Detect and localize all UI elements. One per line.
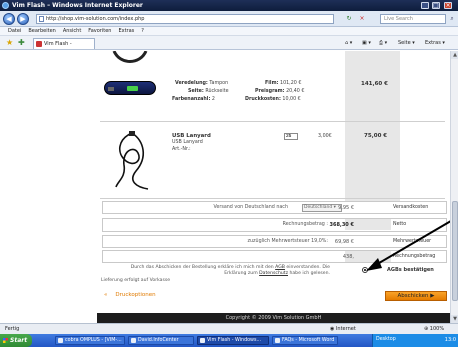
extras-menu[interactable]: Extras ▾	[425, 40, 445, 47]
security-zone: ◉ Internet	[330, 326, 356, 332]
menu-bar: Datei Bearbeiten Ansicht Favoriten Extra…	[0, 27, 458, 36]
refresh-icon[interactable]: ↻	[345, 15, 353, 23]
shipping-tag: Versandkosten	[393, 205, 429, 210]
shipping-country-select[interactable]: Deutschland ▾	[302, 204, 342, 212]
product2-name: USB Lanyard	[172, 133, 211, 139]
home-icon[interactable]: ⌂ ▾	[345, 40, 352, 47]
menu-datei[interactable]: Datei	[8, 27, 21, 35]
product1-total: 141,60 €	[361, 81, 388, 87]
internet-explorer-icon	[2, 2, 9, 9]
start-button[interactable]: Start	[0, 334, 32, 347]
address-bar: ◀ ▶ http://shop.vim-solution.com/index.p…	[0, 11, 458, 27]
invoice-value: 368,30 €	[329, 222, 354, 228]
row-divider	[100, 121, 445, 122]
annotation-arrow	[366, 217, 457, 271]
vat-value: 69,98 €	[334, 239, 354, 245]
agb-notice: Durch das Abschicken der Bestellung erkl…	[130, 265, 330, 276]
favorites-bar: ★ ✚ Vim Flash - ⌂ ▾ ▣ ▾ ⎙ ▾ Seite ▾ Extr…	[0, 36, 458, 50]
usb-cap	[108, 87, 114, 91]
shipping-row: Versand von Deutschland nach Deutschland…	[102, 201, 447, 214]
stop-icon[interactable]: ×	[358, 15, 366, 23]
product1-print-costs: Druckkosten: 10,00 €	[245, 97, 301, 102]
url-text: http://shop.vim-solution.com/index.php	[46, 16, 145, 22]
usb-stick-image	[104, 81, 156, 95]
close-button[interactable]: ×	[444, 2, 452, 9]
product2-subtitle: USB Lanyard	[172, 140, 203, 145]
page-icon	[39, 16, 44, 22]
back-to-print-options-link[interactable]: «Druckoptionen	[104, 292, 156, 298]
shop-footer: Copyright © 2009 Vim Solution GmbH	[97, 313, 450, 323]
quantity-input[interactable]	[284, 133, 298, 140]
menu-help[interactable]: ?	[141, 27, 144, 35]
forward-button[interactable]: ▶	[17, 13, 29, 25]
privacy-link[interactable]: Datenschutz	[259, 271, 288, 276]
back-button[interactable]: ◀	[3, 13, 15, 25]
clock: 13:0	[444, 337, 456, 343]
taskbar-item-word[interactable]: FAQs - Microsoft Word	[272, 336, 338, 345]
vertical-scrollbar[interactable]: ▲ ▼	[450, 51, 458, 323]
vat-label: zuzüglich Mehrwertsteuer 19,0%:	[247, 239, 328, 244]
gross-value: 438,	[342, 254, 354, 260]
print-icon[interactable]: ⎙ ▾	[379, 40, 387, 47]
menu-bearbeiten[interactable]: Bearbeiten	[28, 27, 55, 35]
status-bar: Fertig ◉ Internet ⊕ 100%	[0, 323, 458, 334]
app-icon	[131, 338, 136, 343]
search-icon[interactable]: ⌕	[447, 14, 457, 24]
product2-total: 75,00 €	[364, 133, 388, 139]
product2-unit-price: 3,00€	[318, 134, 332, 139]
delivery-note: Lieferung erfolgt auf Vorkasse	[101, 278, 171, 283]
app-icon	[200, 338, 205, 343]
taskbar-item-cobra[interactable]: cobra OMPLUS - [VIM-...	[55, 336, 125, 345]
product1-finish: Veredelung: Tampon	[175, 81, 229, 86]
agb-link[interactable]: AGB	[275, 265, 285, 270]
page-viewport: Veredelung: Tampon Seite: Rückseite Farb…	[0, 51, 458, 323]
app-icon	[58, 338, 63, 343]
scrollbar-thumb[interactable]	[452, 201, 458, 301]
taskbar: Start cobra OMPLUS - [VIM-... David.Info…	[0, 334, 458, 347]
shipping-label: Versand von Deutschland nach	[213, 205, 288, 210]
search-input[interactable]: Live Search	[380, 14, 446, 24]
desktop-toolbar[interactable]: Desktop	[376, 337, 396, 342]
window-title: Vim Flash – Windows Internet Explorer	[12, 2, 143, 9]
row-divider	[100, 198, 445, 199]
product1-side: Seite: Rückseite	[188, 89, 229, 94]
taskbar-item-vimflash[interactable]: Vim Flash - Windows...	[197, 336, 269, 345]
zoom-level[interactable]: ⊕ 100%	[424, 326, 444, 332]
invoice-label: Rechnungsbetrag :	[282, 222, 328, 227]
scroll-up-icon[interactable]: ▲	[451, 51, 458, 59]
favorites-star-icon[interactable]: ★	[6, 38, 13, 47]
product1-preisgram: Preisgram: 20,40 €	[255, 89, 305, 94]
menu-ansicht[interactable]: Ansicht	[63, 27, 81, 35]
double-chevron-left-icon: «	[104, 292, 108, 298]
app-icon	[275, 338, 280, 343]
product-image-partial	[112, 51, 148, 63]
browser-tab[interactable]: Vim Flash -	[33, 38, 95, 49]
menu-favoriten[interactable]: Favoriten	[88, 27, 111, 35]
product2-art-nr: Art.-Nr.:	[172, 147, 191, 152]
product1-film: Film: 101,20 €	[265, 81, 302, 86]
usb-logo-area	[127, 86, 138, 91]
tab-label: Vim Flash -	[44, 41, 72, 47]
system-tray: Desktop 13:0	[372, 334, 458, 347]
product1-colors: Farbenanzahl: 2	[172, 97, 215, 102]
minimize-button[interactable]: _	[421, 2, 429, 9]
menu-extras[interactable]: Extras	[118, 27, 134, 35]
shipping-value: 9,95 €	[338, 205, 354, 211]
url-field[interactable]: http://shop.vim-solution.com/index.php	[36, 14, 334, 24]
price-column-background	[345, 51, 400, 201]
taskbar-item-david[interactable]: David.InfoCenter	[128, 336, 194, 345]
maximize-button[interactable]: □	[432, 2, 440, 9]
site-favicon-icon	[36, 41, 42, 47]
feeds-icon[interactable]: ▣ ▾	[362, 40, 371, 47]
status-text: Fertig	[5, 326, 20, 332]
add-favorite-icon[interactable]: ✚	[18, 38, 25, 47]
window-titlebar: Vim Flash – Windows Internet Explorer _ …	[0, 0, 458, 11]
scroll-down-icon[interactable]: ▼	[451, 315, 458, 323]
page-menu[interactable]: Seite ▾	[398, 40, 415, 47]
submit-order-button[interactable]: Abschicken ▶	[385, 291, 447, 301]
usb-lanyard-image	[115, 131, 149, 190]
